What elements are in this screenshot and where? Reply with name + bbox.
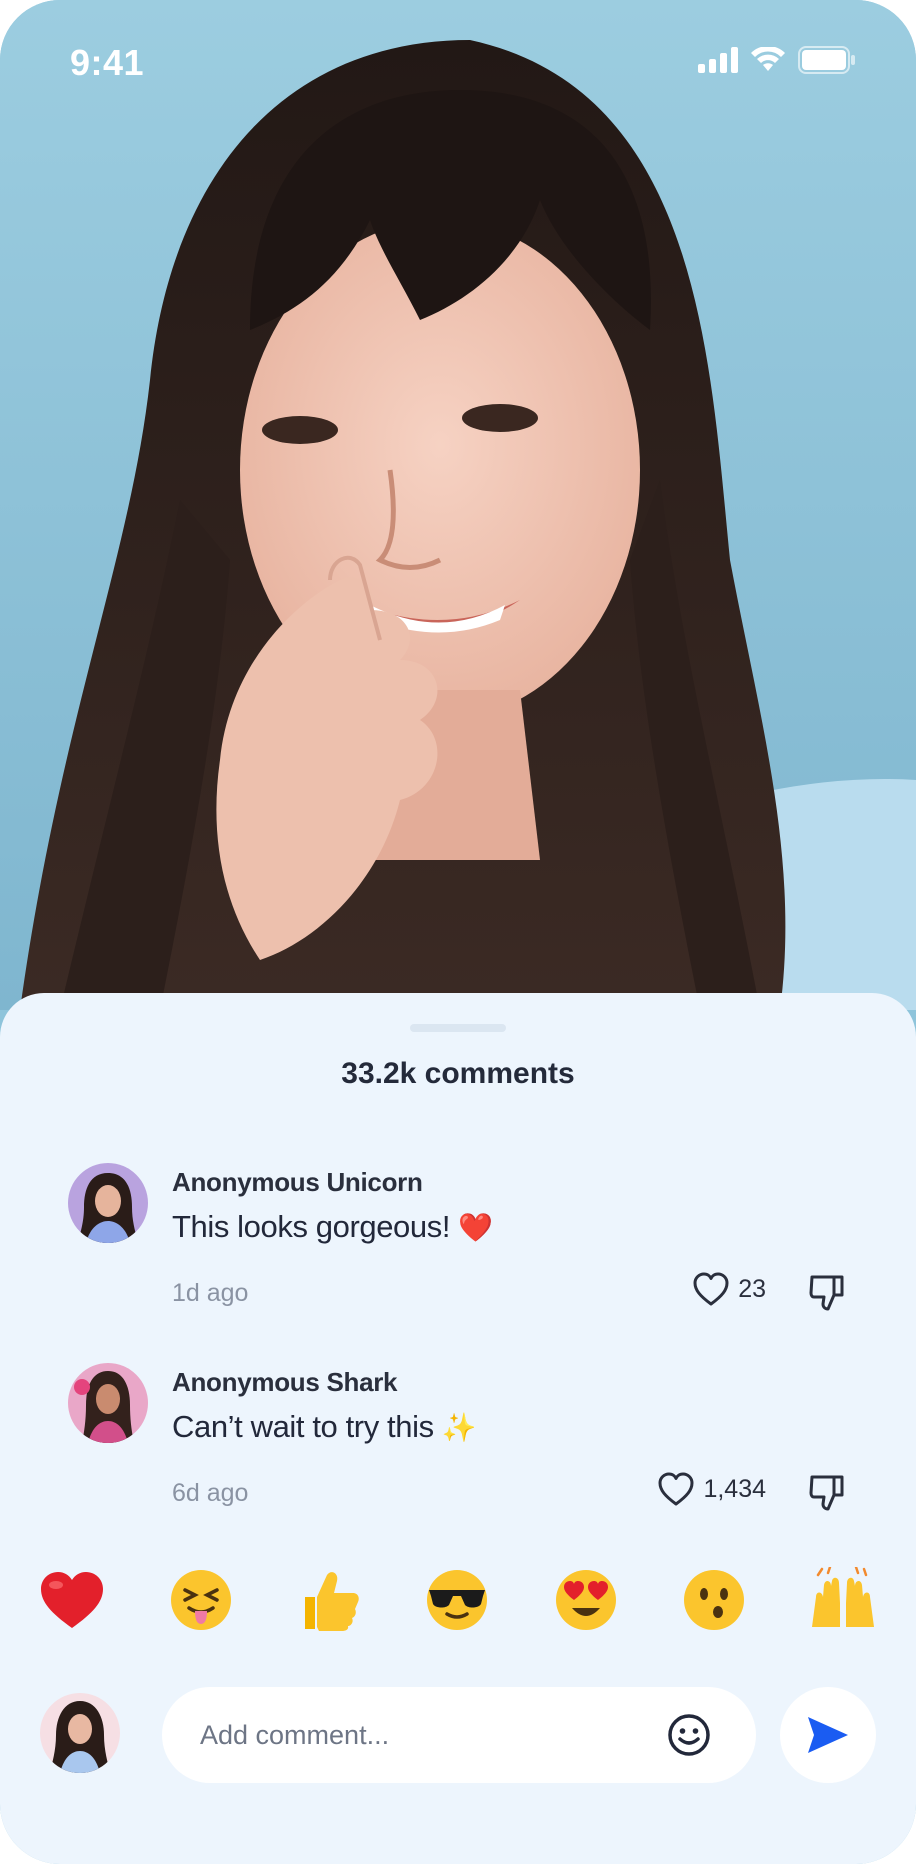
comment-emoji: ✨ [441, 1412, 477, 1443]
like-button[interactable]: 23 [692, 1271, 766, 1307]
comment-emoji: ❤️ [458, 1212, 493, 1243]
reaction-sunglasses-icon[interactable] [422, 1565, 492, 1635]
comment-time: 6d ago [172, 1479, 249, 1507]
comment-text: Can’t wait to try this ✨ [172, 1409, 477, 1445]
reaction-hushed-icon[interactable] [679, 1565, 749, 1635]
comment-time: 1d ago [172, 1279, 249, 1307]
heart-outline-icon [658, 1472, 694, 1506]
avatar[interactable] [68, 1363, 148, 1443]
thumbs-down-icon[interactable] [806, 1271, 850, 1315]
comments-sheet: 33.2k comments Anonymous Unicorn This lo… [0, 993, 916, 1864]
heart-outline-icon [693, 1272, 729, 1306]
comment-text: This looks gorgeous! ❤️ [172, 1209, 493, 1245]
emoji-picker-icon[interactable] [667, 1713, 711, 1757]
comment-composer [0, 1687, 916, 1787]
reaction-squinting-tongue-icon[interactable] [166, 1565, 236, 1635]
wifi-icon [751, 47, 785, 71]
battery-icon [798, 46, 855, 74]
status-icons [698, 46, 856, 74]
like-count: 1,434 [703, 1474, 766, 1503]
hero-photo [0, 0, 916, 1010]
status-time: 9:41 [70, 42, 145, 83]
send-icon [808, 1717, 848, 1753]
sheet-grabber[interactable] [410, 1024, 506, 1032]
comment-input-container [162, 1687, 756, 1783]
current-user-avatar[interactable] [40, 1693, 120, 1773]
comment-item: Anonymous Unicorn This looks gorgeous! ❤… [0, 1163, 916, 1323]
phone-screen: 9:41 33.2k comments Anonymous Unicorn Th… [0, 0, 916, 1864]
reaction-bar [0, 1565, 916, 1635]
comment-author[interactable]: Anonymous Shark [172, 1367, 398, 1398]
comments-count-title: 33.2k comments [341, 1057, 575, 1090]
comment-input[interactable] [200, 1711, 640, 1759]
status-bar: 9:41 [0, 0, 916, 124]
comment-body: This looks gorgeous! [172, 1209, 451, 1244]
avatar[interactable] [68, 1163, 148, 1243]
cellular-signal-icon [698, 47, 738, 73]
comment-body: Can’t wait to try this [172, 1409, 434, 1444]
comment-author[interactable]: Anonymous Unicorn [172, 1167, 423, 1198]
like-button[interactable]: 1,434 [657, 1471, 766, 1507]
comment-item: Anonymous Shark Can’t wait to try this ✨… [0, 1363, 916, 1523]
reaction-thumbs-up-icon[interactable] [294, 1565, 364, 1635]
reaction-heart-icon[interactable] [37, 1565, 107, 1635]
reaction-raising-hands-icon[interactable] [808, 1565, 878, 1635]
send-button[interactable] [780, 1687, 876, 1783]
reaction-heart-eyes-icon[interactable] [551, 1565, 621, 1635]
like-count: 23 [738, 1274, 766, 1303]
thumbs-down-icon[interactable] [806, 1471, 850, 1515]
